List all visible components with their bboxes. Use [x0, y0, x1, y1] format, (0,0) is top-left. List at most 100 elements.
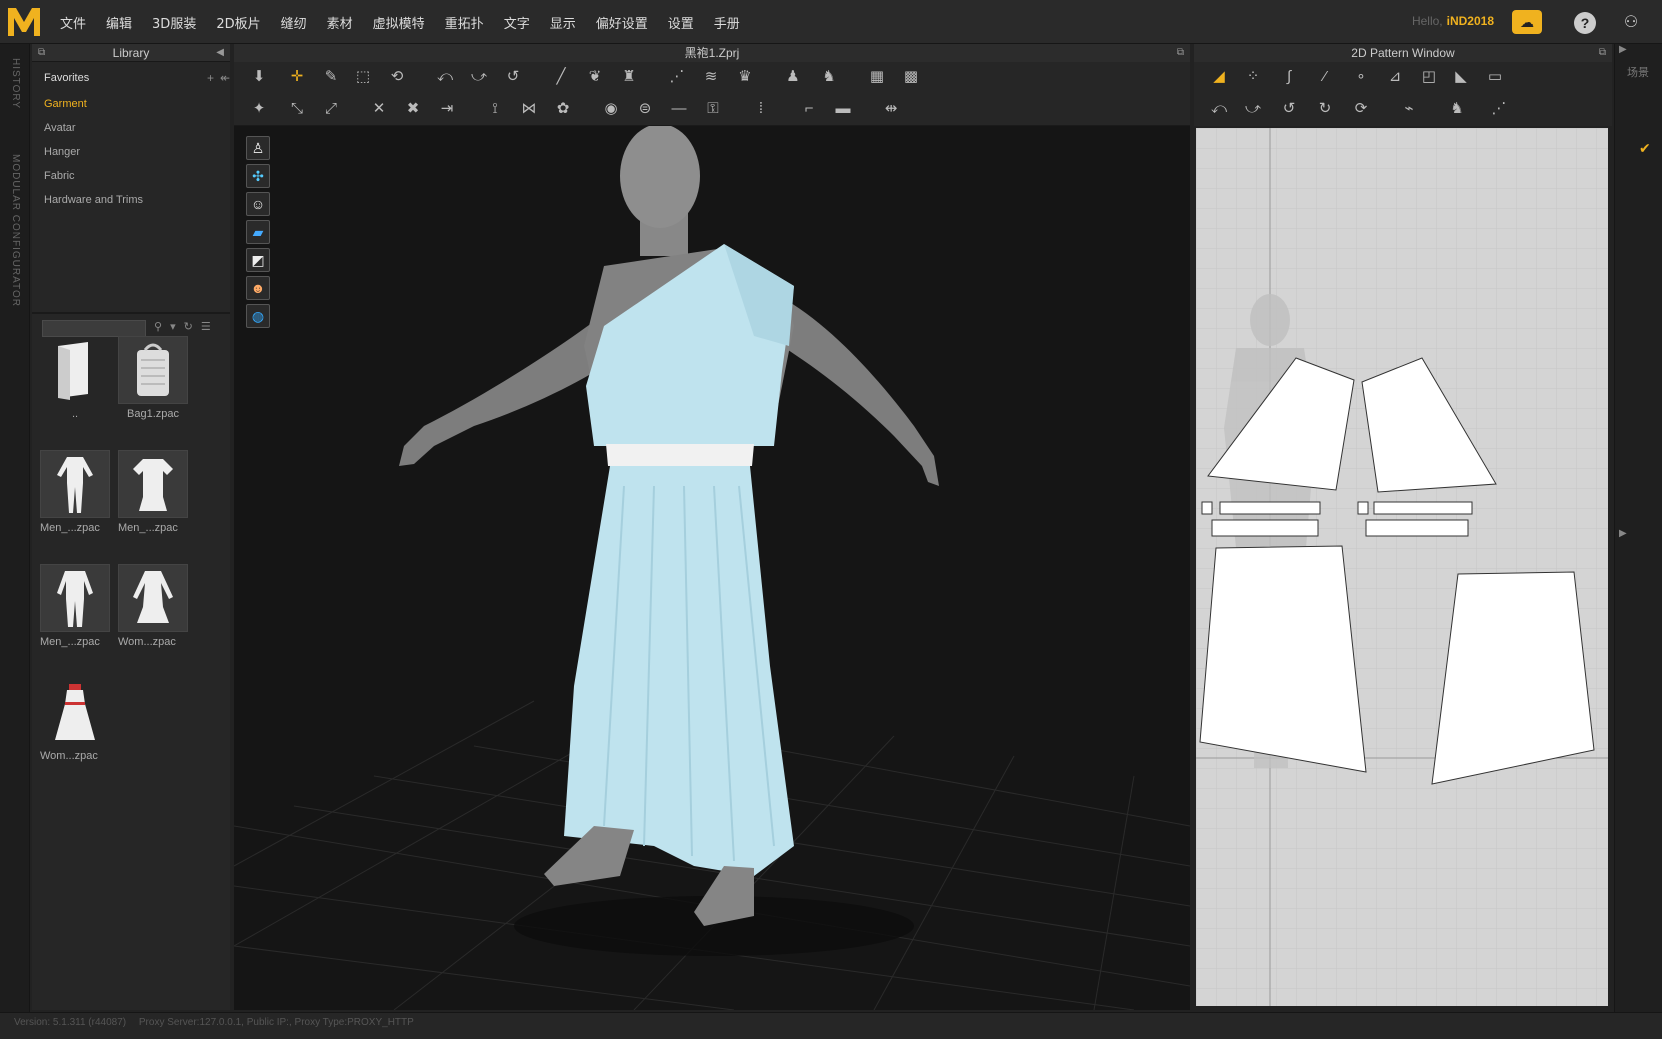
- trace-pattern-icon[interactable]: ⤻: [1242, 98, 1264, 120]
- undock-icon[interactable]: ⧉: [1599, 44, 1606, 62]
- list-view-icon[interactable]: ☰: [201, 320, 211, 333]
- simulate-icon[interactable]: ⬇: [248, 66, 270, 88]
- 3d-viewport[interactable]: ♙ ✣ ☺ ▰ ◩ ☻ ◍: [234, 126, 1190, 1010]
- avatar-pose-icon[interactable]: ✦: [248, 98, 270, 120]
- tack-layer-icon[interactable]: ↺: [502, 66, 524, 88]
- collapse-icon[interactable]: ◀: [216, 44, 224, 62]
- pattern-piece-tab-2[interactable]: [1357, 501, 1369, 515]
- menu-file[interactable]: 文件: [60, 13, 86, 32]
- menu-preferences[interactable]: 偏好设置: [596, 13, 648, 32]
- rectangle-icon[interactable]: ◰: [1418, 66, 1440, 88]
- pin-icon[interactable]: ╱: [550, 66, 572, 88]
- search-icon[interactable]: ⚲: [154, 320, 162, 333]
- zipper-icon[interactable]: ⁞: [750, 98, 772, 120]
- library-item-hardware-and-trims[interactable]: Hardware and Trims: [44, 188, 230, 212]
- pattern-piece-skirt-back[interactable]: [1431, 571, 1595, 785]
- menu-text[interactable]: 文字: [504, 13, 530, 32]
- menu-manual[interactable]: 手册: [714, 13, 740, 32]
- tab-modular-configurator[interactable]: MODULAR CONFIGURATOR: [10, 154, 21, 307]
- menu-edit[interactable]: 编辑: [106, 13, 132, 32]
- library-divider[interactable]: [32, 312, 230, 314]
- pattern-piece-tab[interactable]: [1201, 501, 1213, 515]
- grid-icon[interactable]: ▦: [866, 66, 888, 88]
- menu-display[interactable]: 显示: [550, 13, 576, 32]
- undock-icon[interactable]: ⧉: [38, 44, 45, 62]
- help-button[interactable]: ?: [1574, 12, 1596, 34]
- brush-icon[interactable]: ❦: [584, 66, 606, 88]
- menu-materials[interactable]: 素材: [327, 13, 353, 32]
- offset-icon[interactable]: ⊿: [1384, 66, 1406, 88]
- chevron-down-icon[interactable]: ▾: [170, 320, 176, 333]
- transform-pattern-icon[interactable]: ⬚: [352, 66, 374, 88]
- pattern-piece-skirt-front[interactable]: [1199, 545, 1367, 773]
- library-thumb-men-tshirt[interactable]: Men_...zpac: [118, 450, 188, 534]
- menu-retopology[interactable]: 重拓扑: [445, 13, 484, 32]
- library-thumb-folder[interactable]: ..: [40, 336, 110, 420]
- split-icon[interactable]: ⇹: [880, 98, 902, 120]
- library-item-avatar[interactable]: Avatar: [44, 116, 230, 140]
- fold-icon[interactable]: ⋈: [518, 98, 540, 120]
- menu-settings[interactable]: 设置: [668, 13, 694, 32]
- library-thumb-men-suit[interactable]: Men_...zpac: [40, 450, 110, 534]
- menu-3d-garment[interactable]: 3D服装: [152, 13, 196, 32]
- undock-icon[interactable]: ⧉: [1177, 44, 1184, 62]
- polygon-icon[interactable]: ◣: [1450, 66, 1472, 88]
- button-tool-icon[interactable]: ◉: [600, 98, 622, 120]
- 2d-pattern-canvas[interactable]: [1196, 128, 1608, 1006]
- select-mesh-icon[interactable]: ✎: [320, 66, 342, 88]
- tab-history[interactable]: HISTORY: [10, 58, 21, 109]
- x-point-icon[interactable]: ✕: [368, 98, 390, 120]
- pattern-piece-belt-3[interactable]: [1373, 501, 1473, 515]
- edit-measure-icon[interactable]: ⤢: [320, 98, 342, 120]
- buttonhole-icon[interactable]: ⊜: [634, 98, 656, 120]
- edit-curvature-icon[interactable]: ∫: [1278, 66, 1300, 88]
- garment-fit-icon[interactable]: ♜: [618, 66, 640, 88]
- shirt-icon[interactable]: ♞: [818, 66, 840, 88]
- tack-2d-icon[interactable]: ↺: [1278, 98, 1300, 120]
- fold-arrangement-icon[interactable]: ⟲: [386, 66, 408, 88]
- expand-icon[interactable]: ▶: [1619, 44, 1627, 55]
- curve-point-icon[interactable]: ⁄: [1314, 66, 1336, 88]
- menu-sewing[interactable]: 缝纫: [281, 13, 307, 32]
- dart-icon[interactable]: ↻: [1314, 98, 1336, 120]
- menu-2d-pattern[interactable]: 2D板片: [216, 13, 260, 32]
- tack-icon[interactable]: ⤺: [434, 66, 456, 88]
- trace-icon[interactable]: ⤺: [1208, 98, 1230, 120]
- puckering-icon[interactable]: ⇥: [436, 98, 458, 120]
- pattern-piece-belt-4[interactable]: [1365, 519, 1469, 537]
- account-button[interactable]: ⚇: [1620, 12, 1642, 34]
- add-point-icon[interactable]: ∘: [1350, 66, 1372, 88]
- refresh-icon[interactable]: ↻: [184, 320, 193, 333]
- library-thumb-women-coat[interactable]: Wom...zpac: [118, 564, 188, 648]
- library-search-input[interactable]: [42, 320, 146, 337]
- grid-plane-icon[interactable]: ▩: [900, 66, 922, 88]
- tape-icon[interactable]: ▬: [832, 98, 854, 120]
- lock-icon[interactable]: ⚿: [702, 98, 724, 120]
- library-item-garment[interactable]: Garment: [44, 92, 230, 116]
- x-line-icon[interactable]: ✖: [402, 98, 424, 120]
- select-move-icon[interactable]: ✛: [286, 66, 308, 88]
- sewing-2d-icon[interactable]: ⋰: [1488, 98, 1510, 120]
- pattern-piece-belt-1[interactable]: [1219, 501, 1321, 515]
- tack-on-avatar-icon[interactable]: ⤻: [468, 66, 490, 88]
- shirring-icon[interactable]: ⟟: [484, 98, 506, 120]
- cloud-button[interactable]: ☁: [1512, 10, 1542, 34]
- edit-pattern-icon[interactable]: ◢: [1208, 66, 1230, 88]
- remove-favorite-icon[interactable]: ↞: [220, 71, 230, 85]
- texture-icon[interactable]: ✿: [552, 98, 574, 120]
- scene-tab[interactable]: 场景: [1627, 64, 1649, 80]
- library-item-fabric[interactable]: Fabric: [44, 164, 230, 188]
- internal-rect-icon[interactable]: ▭: [1484, 66, 1506, 88]
- pattern-piece-belt-2[interactable]: [1211, 519, 1319, 537]
- garment-2d-icon[interactable]: ♞: [1446, 98, 1468, 120]
- library-thumb-bag[interactable]: Bag1.zpac: [118, 336, 188, 420]
- username[interactable]: iND2018: [1447, 14, 1494, 28]
- expand-icon[interactable]: ▶: [1619, 528, 1627, 539]
- check-icon[interactable]: ✔: [1639, 140, 1651, 157]
- segment-sewing-icon[interactable]: ⋰: [666, 66, 688, 88]
- library-item-hanger[interactable]: Hanger: [44, 140, 230, 164]
- library-thumb-men-suit-2[interactable]: Men_...zpac: [40, 564, 110, 648]
- menu-avatar[interactable]: 虚拟模特: [373, 13, 425, 32]
- add-favorite-icon[interactable]: +: [207, 71, 214, 85]
- strap-icon[interactable]: ⌐: [798, 98, 820, 120]
